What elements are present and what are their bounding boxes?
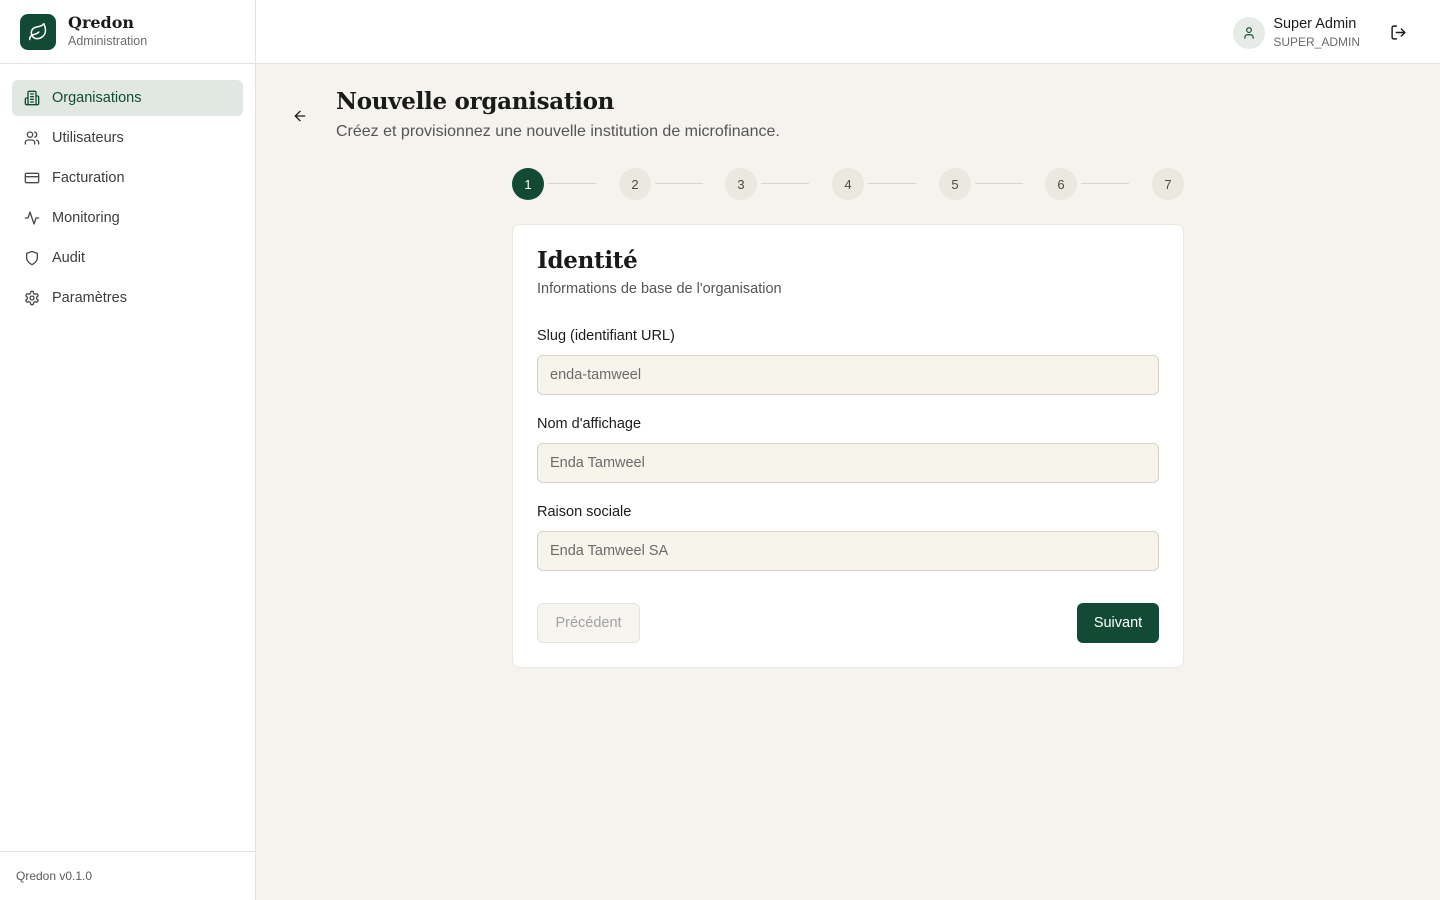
step-connector (868, 183, 916, 184)
display-name-label: Nom d'affichage (537, 416, 642, 432)
version-label: Qredon v0.1.0 (0, 851, 255, 900)
step-4[interactable]: 4 (832, 168, 864, 200)
page-subtitle: Créez et provisionnez une nouvelle insti… (336, 123, 780, 140)
legal-name-label: Raison sociale (537, 504, 632, 520)
credit-card-icon (24, 170, 40, 186)
slug-label: Slug (identifiant URL) (537, 328, 675, 344)
previous-button[interactable]: Précédent (537, 603, 640, 643)
step-connector (761, 183, 809, 184)
form-title: Identité (537, 247, 638, 274)
step-3[interactable]: 3 (725, 168, 757, 200)
sidebar-item-monitoring[interactable]: Monitoring (12, 200, 243, 236)
user-name: Super Admin (1273, 16, 1357, 32)
building-icon (24, 90, 40, 106)
step-connector (548, 183, 596, 184)
sidebar-item-label: Paramètres (52, 290, 127, 306)
sidebar-item-organisations[interactable]: Organisations (12, 80, 243, 116)
sidebar-item-label: Audit (52, 250, 86, 266)
sidebar-item-label: Utilisateurs (52, 130, 124, 146)
brand-subtitle: Administration (68, 33, 148, 48)
slug-input[interactable] (537, 355, 1159, 395)
step-6[interactable]: 6 (1045, 168, 1077, 200)
sidebar-nav: Organisations Utilisateurs Facturation M… (0, 64, 255, 316)
activity-icon (24, 210, 40, 226)
back-arrow-icon[interactable] (288, 104, 312, 128)
step-connector (975, 183, 1023, 184)
topbar: Super Admin SUPER_ADMIN (256, 0, 1440, 64)
display-name-input[interactable] (537, 443, 1159, 483)
users-icon (24, 130, 40, 146)
form-subtitle: Informations de base de l'organisation (537, 281, 782, 297)
step-connector (1081, 183, 1129, 184)
user-menu[interactable]: Super Admin SUPER_ADMIN (1233, 16, 1360, 50)
next-button[interactable]: Suivant (1077, 603, 1159, 643)
logout-icon[interactable] (1388, 22, 1408, 42)
user-role: SUPER_ADMIN (1273, 35, 1360, 49)
step-2[interactable]: 2 (619, 168, 651, 200)
step-5[interactable]: 5 (939, 168, 971, 200)
stepper: 1 2 3 4 5 6 7 (512, 168, 1184, 200)
sidebar-item-parametres[interactable]: Paramètres (12, 280, 243, 316)
sidebar-item-utilisateurs[interactable]: Utilisateurs (12, 120, 243, 156)
step-1[interactable]: 1 (512, 168, 544, 200)
brand-name: Qredon (68, 12, 135, 32)
sidebar-item-label: Organisations (52, 90, 142, 106)
step-7[interactable]: 7 (1152, 168, 1184, 200)
leaf-icon (20, 13, 56, 50)
user-icon (1233, 17, 1266, 49)
identity-form-card: Identité Informations de base de l'organ… (512, 224, 1184, 668)
brand: Qredon Administration (0, 0, 255, 64)
legal-name-input[interactable] (537, 531, 1159, 571)
sidebar-item-facturation[interactable]: Facturation (12, 160, 243, 196)
sidebar: Qredon Administration Organisations Util… (0, 0, 256, 900)
gear-icon (24, 290, 40, 306)
page-title: Nouvelle organisation (336, 88, 615, 115)
sidebar-item-audit[interactable]: Audit (12, 240, 243, 276)
sidebar-item-label: Monitoring (52, 210, 120, 226)
shield-icon (24, 250, 40, 266)
sidebar-item-label: Facturation (52, 170, 125, 186)
step-connector (655, 183, 703, 184)
